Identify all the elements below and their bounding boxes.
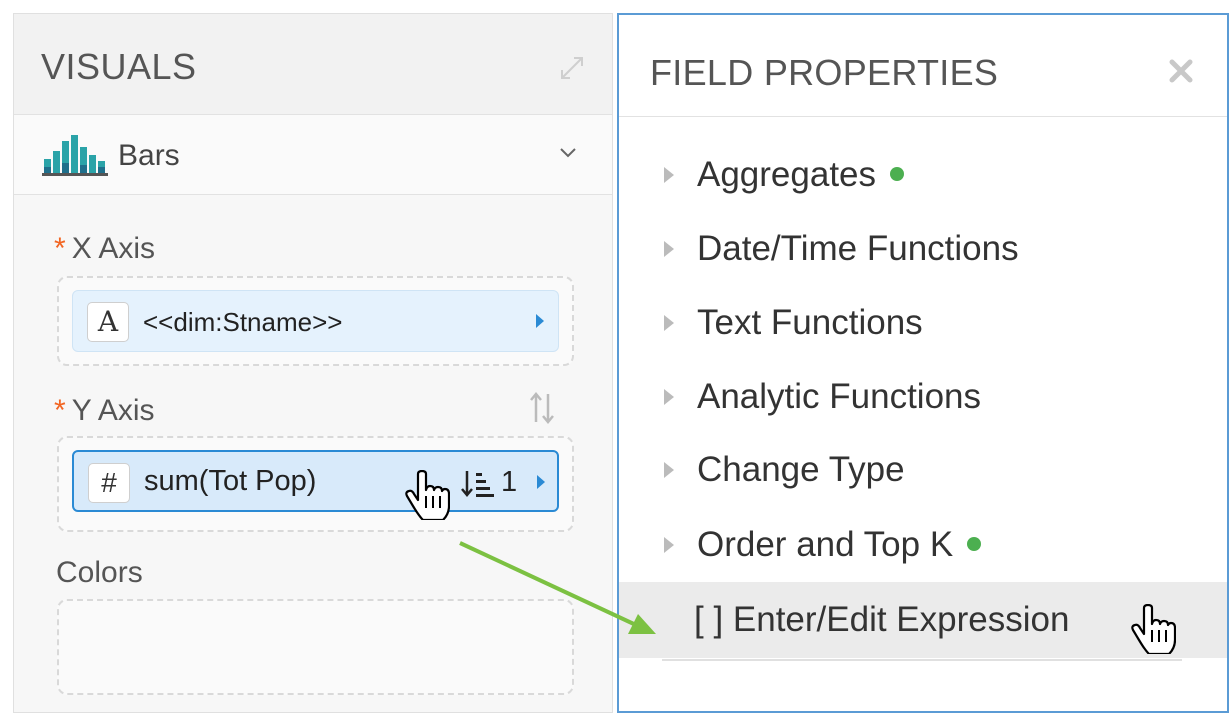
expand-icon[interactable]: [554, 50, 590, 86]
x-axis-drop-zone[interactable]: A <<dim:Stname>>: [57, 276, 574, 366]
visuals-title: VISUALS: [41, 46, 197, 87]
caret-right-icon[interactable]: [535, 472, 547, 492]
menu-item-order-and-top-k[interactable]: Order and Top K: [619, 515, 1227, 575]
menu-item-text-functions[interactable]: Text Functions: [619, 293, 1227, 353]
menu-item-label: Change Type: [697, 450, 905, 489]
caret-right-icon[interactable]: [534, 311, 546, 331]
y-axis-drop-zone[interactable]: # sum(Tot Pop) 1: [57, 436, 574, 532]
hand-cursor-icon: [405, 470, 450, 520]
menu-item-analytic-functions[interactable]: Analytic Functions: [619, 367, 1227, 427]
menu-item-date-time-functions[interactable]: Date/Time Functions: [619, 219, 1227, 279]
menu-item-label: Aggregates: [697, 155, 877, 194]
visuals-header: VISUALS: [14, 14, 612, 115]
sort-order-value: 1: [501, 466, 518, 498]
active-indicator-dot: [890, 166, 905, 181]
chevron-down-icon[interactable]: [556, 145, 580, 161]
caret-right-icon: [664, 537, 674, 553]
x-axis-field-pill[interactable]: A <<dim:Stname>>: [72, 290, 559, 352]
menu-item-label: Text Functions: [697, 303, 923, 342]
caret-right-icon: [664, 167, 674, 183]
x-axis-field-name: <<dim:Stname>>: [143, 307, 343, 337]
y-axis-field-name: sum(Tot Pop): [144, 465, 317, 497]
field-properties-title: FIELD PROPERTIES: [650, 52, 999, 93]
divider: [662, 659, 1182, 661]
text-type-icon: A: [87, 302, 129, 342]
active-indicator-dot: [967, 536, 982, 551]
number-type-icon: #: [88, 463, 130, 503]
chart-type-label: Bars: [118, 139, 180, 172]
colors-label: Colors: [56, 556, 143, 589]
caret-right-icon: [664, 241, 674, 257]
menu-item-label: Order and Top K: [697, 525, 954, 564]
colors-drop-zone[interactable]: [57, 599, 574, 695]
swap-icon[interactable]: [527, 390, 557, 426]
visuals-panel: VISUALS Bars * X Axis A <<dim:Stname>> *…: [13, 13, 613, 713]
menu-item-change-type[interactable]: Change Type: [619, 440, 1227, 500]
required-marker: *: [54, 394, 66, 427]
menu-item-label: Date/Time Functions: [697, 229, 1019, 268]
menu-item-aggregates[interactable]: Aggregates: [619, 145, 1227, 205]
hand-cursor-icon: [1131, 604, 1176, 654]
y-axis-field-pill[interactable]: # sum(Tot Pop) 1: [72, 450, 559, 512]
menu-item-label: Analytic Functions: [697, 377, 982, 416]
close-icon[interactable]: [1168, 58, 1194, 84]
caret-right-icon: [664, 462, 674, 478]
required-marker: *: [54, 232, 66, 265]
menu-item-label: [ ] Enter/Edit Expression: [694, 600, 1070, 639]
y-axis-label-text: Y Axis: [71, 394, 155, 427]
caret-right-icon: [664, 315, 674, 331]
x-axis-label-text: X Axis: [71, 232, 156, 265]
caret-right-icon: [664, 389, 674, 405]
chart-type-select[interactable]: Bars: [14, 115, 612, 195]
sort-desc-icon[interactable]: [460, 468, 496, 500]
field-properties-header: FIELD PROPERTIES: [619, 15, 1227, 117]
bars-chart-icon: [42, 135, 108, 176]
x-axis-label: * X Axis: [54, 232, 155, 266]
y-axis-label: * Y Axis: [54, 394, 155, 428]
